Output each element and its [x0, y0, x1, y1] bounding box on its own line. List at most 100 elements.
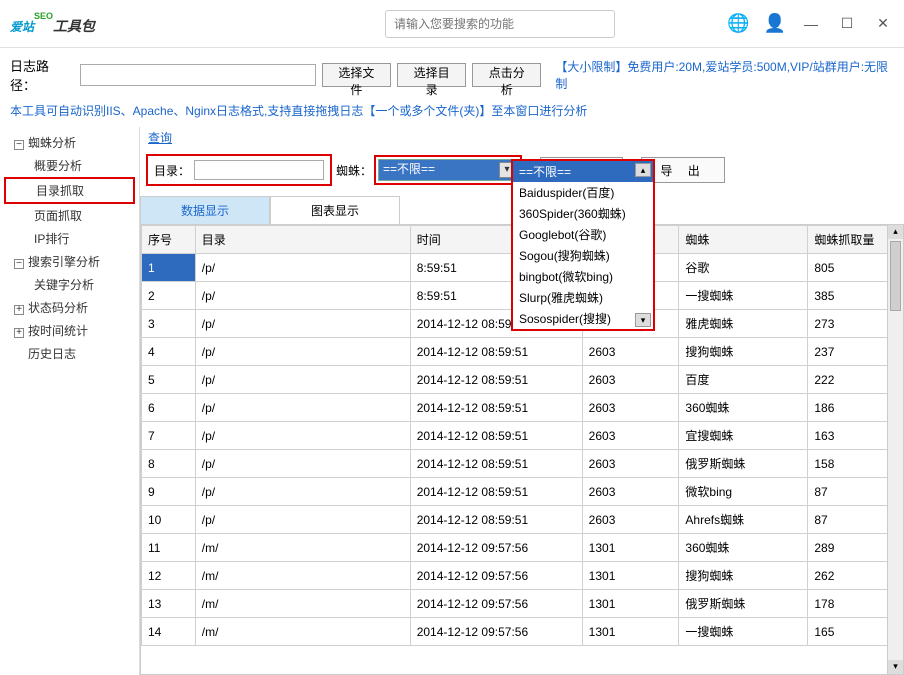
- log-path-input[interactable]: [80, 64, 316, 86]
- sidebar-item-概要分析[interactable]: 概要分析: [0, 154, 139, 177]
- cell-spider: Ahrefs蜘蛛: [679, 506, 808, 534]
- cell-total: 1301: [582, 562, 679, 590]
- analyze-button[interactable]: 点击分析: [472, 63, 541, 87]
- dropdown-scroll-down-icon[interactable]: ▾: [635, 313, 651, 327]
- cell-total: 2603: [582, 366, 679, 394]
- global-search-input[interactable]: [385, 10, 615, 38]
- table-row[interactable]: 12/m/2014-12-12 09:57:561301搜狗蜘蛛262: [142, 562, 903, 590]
- cell-seq: 13: [142, 590, 196, 618]
- dropdown-option[interactable]: Sosospider(搜搜): [513, 308, 653, 329]
- dir-filter-group: 目录：: [146, 154, 332, 186]
- table-row[interactable]: 6/p/2014-12-12 08:59:512603360蜘蛛186: [142, 394, 903, 422]
- tree-toggle-icon[interactable]: +: [14, 305, 24, 315]
- cell-total: 2603: [582, 478, 679, 506]
- column-header[interactable]: 序号: [142, 226, 196, 254]
- dropdown-option[interactable]: bingbot(微软bing): [513, 266, 653, 287]
- cell-seq: 14: [142, 618, 196, 646]
- close-button[interactable]: ✕: [872, 13, 894, 35]
- tree-toggle-icon[interactable]: +: [14, 328, 24, 338]
- cell-seq: 10: [142, 506, 196, 534]
- maximize-button[interactable]: ☐: [836, 13, 858, 35]
- minimize-button[interactable]: —: [800, 13, 822, 35]
- cell-dir: /p/: [195, 366, 410, 394]
- spider-select[interactable]: ==不限== ▾: [378, 159, 518, 181]
- dropdown-option[interactable]: Baiduspider(百度): [513, 182, 653, 203]
- cell-spider: 360蜘蛛: [679, 534, 808, 562]
- cell-dir: /p/: [195, 478, 410, 506]
- cell-total: 2603: [582, 422, 679, 450]
- table-row[interactable]: 10/p/2014-12-12 08:59:512603Ahrefs蜘蛛87: [142, 506, 903, 534]
- cell-seq: 5: [142, 366, 196, 394]
- user-icon[interactable]: 👤: [764, 13, 786, 34]
- table-row[interactable]: 5/p/2014-12-12 08:59:512603百度222: [142, 366, 903, 394]
- scroll-thumb[interactable]: [890, 241, 901, 311]
- table-row[interactable]: 7/p/2014-12-12 08:59:512603宜搜蜘蛛163: [142, 422, 903, 450]
- cell-dir: /p/: [195, 254, 410, 282]
- cell-time: 2014-12-12 09:57:56: [410, 618, 582, 646]
- cell-total: 1301: [582, 590, 679, 618]
- cell-seq: 2: [142, 282, 196, 310]
- title-bar: 爱站SEO工具包 🌐 👤 — ☐ ✕: [0, 0, 904, 48]
- column-header[interactable]: 目录: [195, 226, 410, 254]
- query-link[interactable]: 查询: [140, 127, 904, 150]
- vertical-scrollbar[interactable]: ▴ ▾: [887, 225, 903, 674]
- dropdown-option[interactable]: 360Spider(360蜘蛛): [513, 203, 653, 224]
- cell-spider: 一搜蜘蛛: [679, 282, 808, 310]
- spider-dropdown[interactable]: ▴ ▾ ==不限==Baiduspider(百度)360Spider(360蜘蛛…: [511, 159, 655, 331]
- dropdown-option[interactable]: Sogou(搜狗蜘蛛): [513, 245, 653, 266]
- sidebar-item-页面抓取[interactable]: 页面抓取: [0, 204, 139, 227]
- cell-seq: 1: [142, 254, 196, 282]
- log-path-label: 日志路径：: [10, 56, 74, 94]
- logo-text: 爱站: [10, 20, 34, 34]
- sidebar-item-状态码分析[interactable]: +状态码分析: [0, 296, 139, 319]
- tree-toggle-icon[interactable]: −: [14, 140, 24, 150]
- cell-seq: 11: [142, 534, 196, 562]
- table-row[interactable]: 14/m/2014-12-12 09:57:561301一搜蜘蛛165: [142, 618, 903, 646]
- cell-seq: 6: [142, 394, 196, 422]
- cell-total: 1301: [582, 618, 679, 646]
- size-limit-note: 【大小限制】免费用户:20M,爱站学员:500M,VIP/站群用户:无限制: [555, 58, 894, 92]
- sidebar-item-IP排行[interactable]: IP排行: [0, 227, 139, 250]
- dropdown-option[interactable]: ==不限==: [513, 161, 653, 182]
- spider-select-value: ==不限==: [383, 162, 435, 176]
- cell-spider: 微软bing: [679, 478, 808, 506]
- sidebar-item-关键字分析[interactable]: 关键字分析: [0, 273, 139, 296]
- dir-label: 目录：: [154, 162, 190, 179]
- cell-total: 2603: [582, 338, 679, 366]
- cell-time: 2014-12-12 08:59:51: [410, 394, 582, 422]
- scroll-up-icon[interactable]: ▴: [888, 225, 903, 239]
- sidebar-item-蜘蛛分析[interactable]: −蜘蛛分析: [0, 131, 139, 154]
- cell-dir: /p/: [195, 282, 410, 310]
- tree-toggle-icon[interactable]: −: [14, 259, 24, 269]
- cell-total: 2603: [582, 394, 679, 422]
- cell-spider: 一搜蜘蛛: [679, 618, 808, 646]
- cell-seq: 12: [142, 562, 196, 590]
- table-row[interactable]: 8/p/2014-12-12 08:59:512603俄罗斯蜘蛛158: [142, 450, 903, 478]
- sidebar-item-历史日志[interactable]: 历史日志: [0, 342, 139, 365]
- choose-dir-button[interactable]: 选择目录: [397, 63, 466, 87]
- dropdown-option[interactable]: Googlebot(谷歌): [513, 224, 653, 245]
- spider-filter-group: ==不限== ▾: [374, 155, 522, 185]
- scroll-down-icon[interactable]: ▾: [888, 660, 903, 674]
- sidebar-item-按时间统计[interactable]: +按时间统计: [0, 319, 139, 342]
- tab-图表显示[interactable]: 图表显示: [270, 196, 400, 224]
- dropdown-option[interactable]: Slurp(雅虎蜘蛛): [513, 287, 653, 308]
- globe-icon[interactable]: 🌐: [727, 13, 749, 34]
- cell-time: 2014-12-12 08:59:51: [410, 338, 582, 366]
- dir-input[interactable]: [194, 160, 324, 180]
- cell-dir: /m/: [195, 562, 410, 590]
- tab-数据显示[interactable]: 数据显示: [140, 196, 270, 224]
- sidebar-item-目录抓取[interactable]: 目录抓取: [4, 177, 135, 204]
- sidebar-item-搜索引擎分析[interactable]: −搜索引擎分析: [0, 250, 139, 273]
- cell-spider: 360蜘蛛: [679, 394, 808, 422]
- table-row[interactable]: 13/m/2014-12-12 09:57:561301俄罗斯蜘蛛178: [142, 590, 903, 618]
- dropdown-scroll-up-icon[interactable]: ▴: [635, 163, 651, 177]
- choose-file-button[interactable]: 选择文件: [322, 63, 391, 87]
- table-row[interactable]: 9/p/2014-12-12 08:59:512603微软bing87: [142, 478, 903, 506]
- table-row[interactable]: 11/m/2014-12-12 09:57:561301360蜘蛛289: [142, 534, 903, 562]
- logo-seo: SEO: [34, 11, 53, 21]
- table-row[interactable]: 4/p/2014-12-12 08:59:512603搜狗蜘蛛237: [142, 338, 903, 366]
- column-header[interactable]: 蜘蛛: [679, 226, 808, 254]
- cell-time: 2014-12-12 08:59:51: [410, 366, 582, 394]
- cell-time: 2014-12-12 09:57:56: [410, 562, 582, 590]
